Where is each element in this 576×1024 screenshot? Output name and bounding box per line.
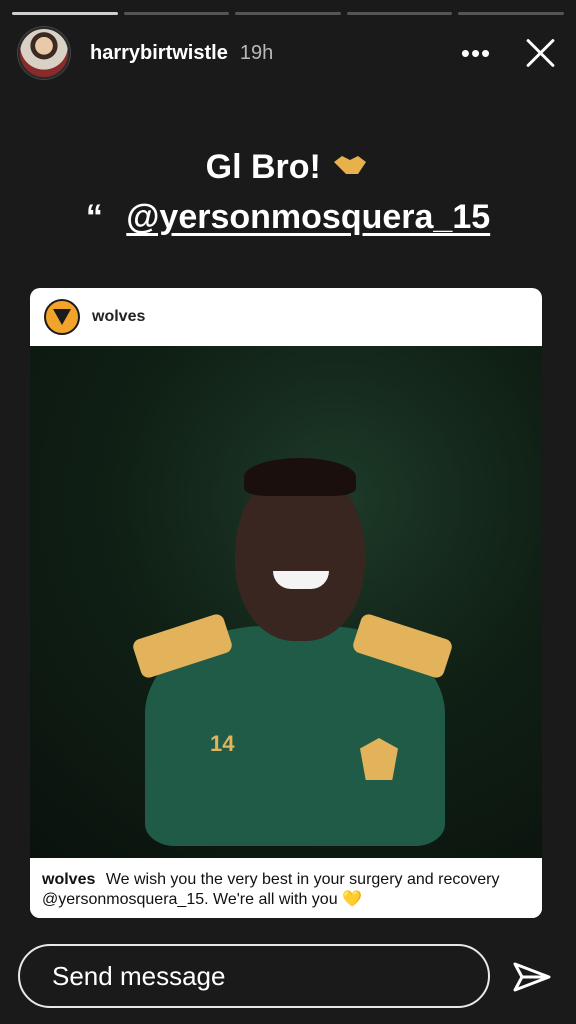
send-icon[interactable] bbox=[512, 960, 552, 994]
jersey-number: 14 bbox=[210, 731, 235, 756]
heart-icon: 💛 bbox=[342, 891, 362, 908]
story-greeting: Gl Bro! bbox=[205, 148, 321, 186]
close-button[interactable] bbox=[524, 36, 558, 70]
story-time: 19h bbox=[239, 41, 274, 64]
shared-post-account[interactable]: wolves bbox=[92, 308, 145, 326]
send-message-placeholder: Send message bbox=[52, 960, 226, 991]
caption-text: We wish you the very best in your surger… bbox=[42, 871, 500, 908]
caption-account[interactable]: wolves bbox=[42, 871, 95, 888]
avatar[interactable] bbox=[18, 27, 70, 79]
story-progress bbox=[12, 12, 564, 15]
player-hair bbox=[244, 458, 356, 496]
shared-post-caption: wolves We wish you the very best in your… bbox=[30, 858, 542, 918]
shared-post-card[interactable]: wolves 14 wolves We wish you the very be… bbox=[30, 288, 542, 918]
progress-segment bbox=[346, 12, 453, 15]
more-options-button[interactable]: ••• bbox=[458, 38, 494, 69]
shared-post-image[interactable]: 14 bbox=[30, 346, 542, 858]
send-message-input[interactable]: Send message bbox=[18, 944, 490, 1008]
progress-segment bbox=[458, 12, 564, 15]
username[interactable]: harrybirtwistle bbox=[90, 42, 228, 65]
progress-segment bbox=[123, 12, 230, 15]
mention-link[interactable]: @yersonmosquera_15 bbox=[126, 198, 490, 236]
story-text-line-1: Gl Bro! bbox=[0, 148, 576, 187]
story-text-line-2: “ @yersonmosquera_15 bbox=[0, 198, 576, 237]
shared-post-header: wolves bbox=[30, 288, 542, 347]
quote-mark: “ bbox=[85, 198, 103, 236]
wolves-logo-icon bbox=[44, 299, 80, 335]
handshake-icon bbox=[334, 156, 367, 175]
progress-segment bbox=[12, 12, 118, 15]
progress-segment bbox=[235, 12, 341, 15]
story-header: harrybirtwistle 19h ••• bbox=[18, 27, 558, 79]
